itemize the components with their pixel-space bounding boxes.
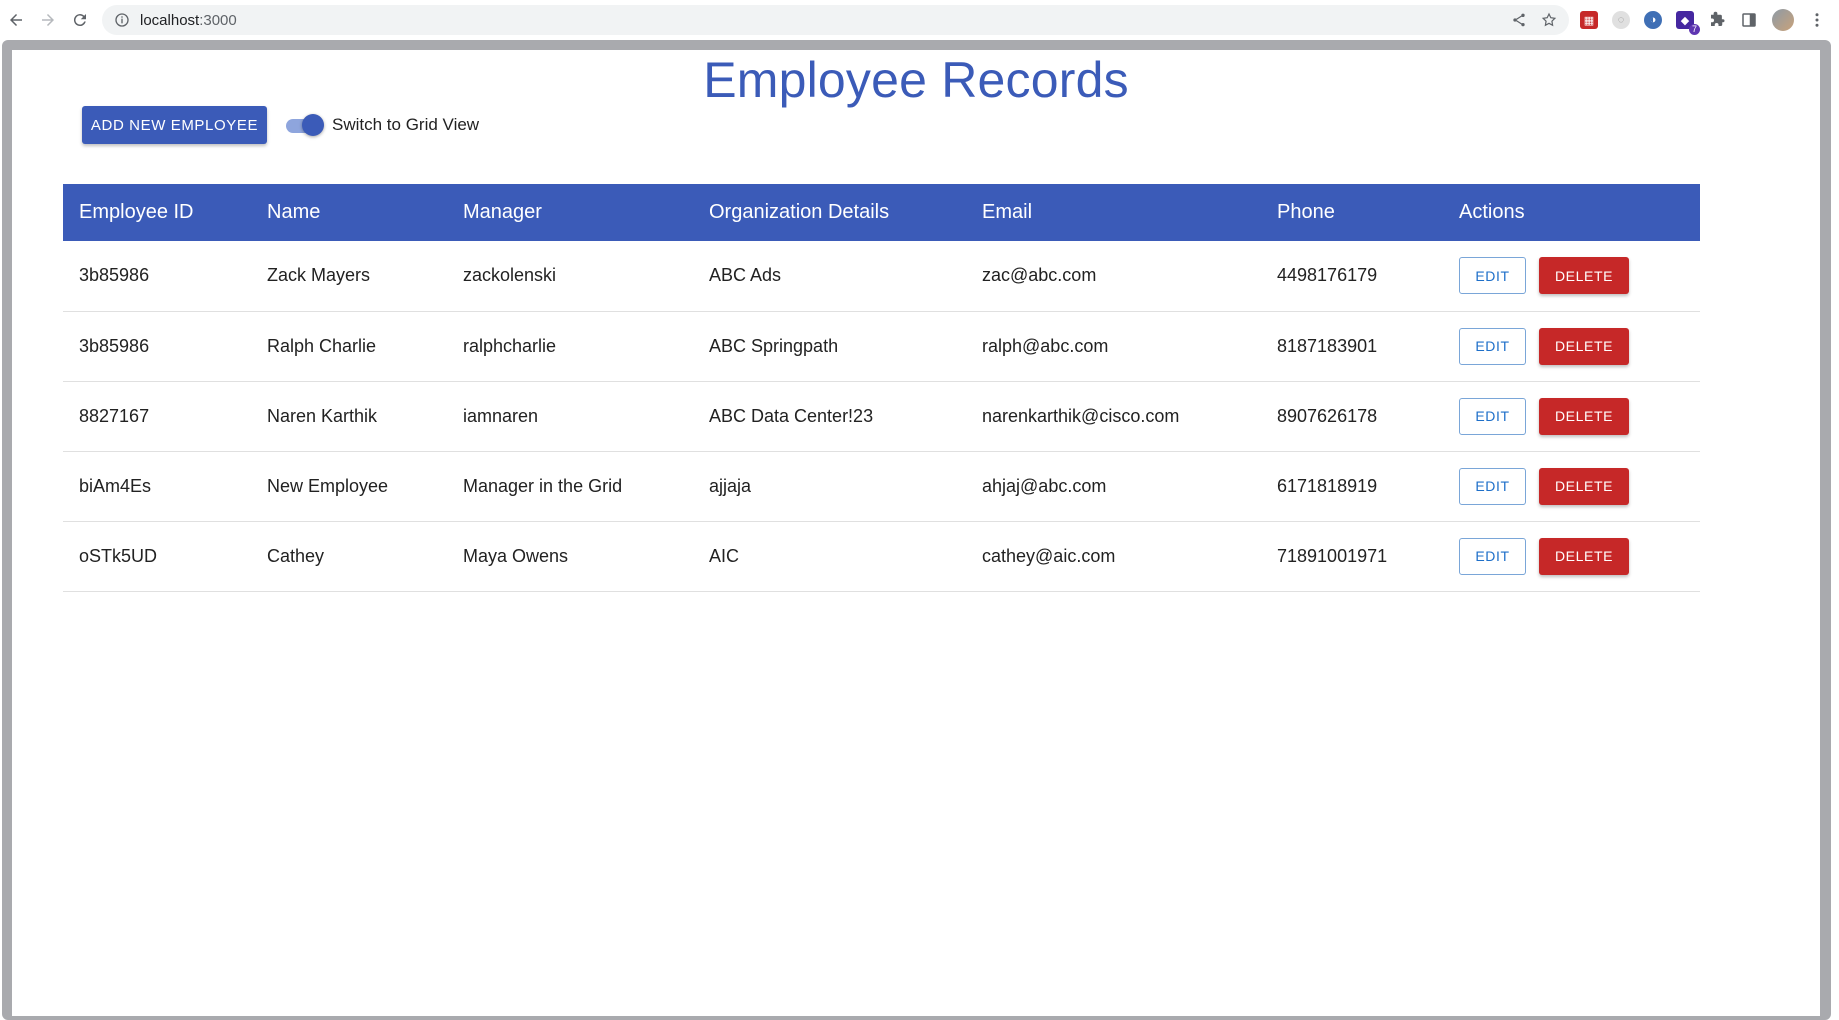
browser-toolbar: localhost:3000 ▦ ◌ ◑ ◆ 7 bbox=[0, 0, 1839, 40]
extension-gray-icon[interactable]: ◌ bbox=[1612, 11, 1630, 29]
page-title: Employee Records bbox=[703, 52, 1129, 108]
page-viewport: Employee Records ADD NEW EMPLOYEE Switch… bbox=[12, 50, 1820, 1016]
cell-actions: EDIT DELETE bbox=[1443, 311, 1700, 382]
table-row: 3b85986 Ralph Charlie ralphcharlie ABC S… bbox=[63, 311, 1700, 382]
cell-manager: Manager in the Grid bbox=[447, 451, 693, 522]
cell-organization: ABC Springpath bbox=[693, 311, 966, 382]
cell-employee-id: oSTk5UD bbox=[63, 521, 251, 592]
table-header-row: Employee ID Name Manager Organization De… bbox=[63, 184, 1700, 241]
cell-organization: ABC Data Center!23 bbox=[693, 381, 966, 452]
header-actions: Actions bbox=[1443, 184, 1700, 241]
forward-icon[interactable] bbox=[32, 4, 64, 36]
address-bar[interactable]: localhost:3000 bbox=[102, 5, 1569, 35]
delete-button[interactable]: DELETE bbox=[1539, 397, 1629, 435]
extension-blue-icon[interactable]: ◑ bbox=[1644, 11, 1662, 29]
table-row: 8827167 Naren Karthik iamnaren ABC Data … bbox=[63, 381, 1700, 452]
cell-employee-id: biAm4Es bbox=[63, 451, 251, 522]
cell-manager: Maya Owens bbox=[447, 521, 693, 592]
share-icon[interactable] bbox=[1511, 12, 1527, 28]
grid-view-toggle[interactable] bbox=[284, 113, 324, 137]
cell-phone: 8907626178 bbox=[1261, 381, 1443, 452]
edit-button[interactable]: EDIT bbox=[1459, 327, 1526, 365]
back-icon[interactable] bbox=[0, 4, 32, 36]
table-row: biAm4Es New Employee Manager in the Grid… bbox=[63, 451, 1700, 522]
cell-employee-id: 3b85986 bbox=[63, 241, 251, 312]
cell-actions: EDIT DELETE bbox=[1443, 381, 1700, 452]
reload-icon[interactable] bbox=[64, 4, 96, 36]
header-employee-id: Employee ID bbox=[63, 184, 251, 241]
employee-table: Employee ID Name Manager Organization De… bbox=[63, 184, 1700, 592]
cell-organization: ajjaja bbox=[693, 451, 966, 522]
cell-email: cathey@aic.com bbox=[966, 521, 1261, 592]
edit-button[interactable]: EDIT bbox=[1459, 467, 1526, 505]
delete-button[interactable]: DELETE bbox=[1539, 537, 1629, 575]
edit-button[interactable]: EDIT bbox=[1459, 537, 1526, 575]
cell-actions: EDIT DELETE bbox=[1443, 241, 1700, 312]
cell-organization: ABC Ads bbox=[693, 241, 966, 312]
edit-button[interactable]: EDIT bbox=[1459, 257, 1526, 295]
puzzle-extensions-icon[interactable] bbox=[1708, 11, 1726, 29]
cell-phone: 8187183901 bbox=[1261, 311, 1443, 382]
extension-red-icon[interactable]: ▦ bbox=[1580, 11, 1598, 29]
side-panel-icon[interactable] bbox=[1740, 11, 1758, 29]
cell-manager: iamnaren bbox=[447, 381, 693, 452]
table-row: oSTk5UD Cathey Maya Owens AIC cathey@aic… bbox=[63, 521, 1700, 592]
edit-button[interactable]: EDIT bbox=[1459, 397, 1526, 435]
delete-button[interactable]: DELETE bbox=[1539, 467, 1629, 505]
cell-employee-id: 8827167 bbox=[63, 381, 251, 452]
cell-name: Cathey bbox=[251, 521, 447, 592]
cell-email: zac@abc.com bbox=[966, 241, 1261, 312]
url-text: localhost:3000 bbox=[140, 11, 237, 29]
cell-email: ralph@abc.com bbox=[966, 311, 1261, 382]
header-email: Email bbox=[966, 184, 1261, 241]
toggle-thumb bbox=[302, 114, 324, 136]
cell-name: New Employee bbox=[251, 451, 447, 522]
cell-manager: ralphcharlie bbox=[447, 311, 693, 382]
delete-button[interactable]: DELETE bbox=[1539, 257, 1629, 295]
cell-phone: 6171818919 bbox=[1261, 451, 1443, 522]
header-manager: Manager bbox=[447, 184, 693, 241]
grid-view-toggle-label: Switch to Grid View bbox=[332, 115, 480, 134]
header-name: Name bbox=[251, 184, 447, 241]
bookmark-star-icon[interactable] bbox=[1541, 12, 1557, 28]
add-new-employee-button[interactable]: ADD NEW EMPLOYEE bbox=[82, 106, 267, 144]
delete-button[interactable]: DELETE bbox=[1539, 327, 1629, 365]
cell-employee-id: 3b85986 bbox=[63, 311, 251, 382]
profile-avatar[interactable] bbox=[1772, 9, 1794, 31]
extension-badge: 7 bbox=[1688, 24, 1700, 35]
cell-email: narenkarthik@cisco.com bbox=[966, 381, 1261, 452]
extension-purple-icon[interactable]: ◆ 7 bbox=[1676, 11, 1700, 35]
site-info-icon[interactable] bbox=[114, 12, 130, 28]
cell-actions: EDIT DELETE bbox=[1443, 521, 1700, 592]
table-row: 3b85986 Zack Mayers zackolenski ABC Ads … bbox=[63, 241, 1700, 312]
kebab-menu-icon[interactable] bbox=[1808, 11, 1826, 29]
cell-email: ahjaj@abc.com bbox=[966, 451, 1261, 522]
cell-name: Ralph Charlie bbox=[251, 311, 447, 382]
cell-phone: 4498176179 bbox=[1261, 241, 1443, 312]
header-organization-details: Organization Details bbox=[693, 184, 966, 241]
cell-name: Naren Karthik bbox=[251, 381, 447, 452]
cell-organization: AIC bbox=[693, 521, 966, 592]
cell-name: Zack Mayers bbox=[251, 241, 447, 312]
cell-manager: zackolenski bbox=[447, 241, 693, 312]
cell-actions: EDIT DELETE bbox=[1443, 451, 1700, 522]
header-phone: Phone bbox=[1261, 184, 1443, 241]
cell-phone: 71891001971 bbox=[1261, 521, 1443, 592]
